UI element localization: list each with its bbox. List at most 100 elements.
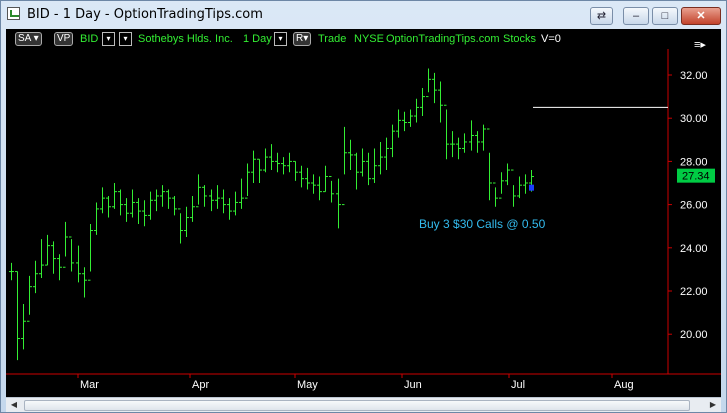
- scroll-right-icon[interactable]: ▶: [706, 399, 720, 411]
- ohlc-bar: [299, 165, 304, 188]
- ohlc-bar: [287, 152, 292, 173]
- ohlc-bar: [269, 144, 274, 171]
- restore-window-button[interactable]: ⇄: [590, 7, 613, 25]
- ohlc-bar: [221, 189, 226, 214]
- ohlc-bar: [215, 185, 220, 209]
- x-tick-label: May: [297, 379, 318, 391]
- ohlc-bar: [166, 189, 171, 209]
- ohlc-bar: [154, 189, 159, 212]
- ohlc-bar: [372, 148, 377, 183]
- ohlc-bar: [178, 208, 183, 244]
- window-title: BID - 1 Day - OptionTradingTips.com: [27, 7, 263, 22]
- scroll-left-icon[interactable]: ◀: [7, 399, 21, 411]
- ohlc-bar: [450, 131, 455, 158]
- ohlc-bar: [136, 198, 141, 225]
- close-button[interactable]: ✕: [681, 7, 721, 25]
- chart-window: BID - 1 Day - OptionTradingTips.com ⇄ ‒ …: [0, 0, 727, 413]
- y-tick-label: 20.00: [680, 329, 708, 341]
- chart-area[interactable]: SA ▾ VP BID ▾ ▾ Sothebys Hlds. Inc. 1 Da…: [6, 29, 721, 397]
- ohlc-bar: [348, 139, 353, 171]
- ohlc-bar: [118, 189, 123, 216]
- ohlc-bar: [160, 185, 165, 207]
- ohlc-bar: [444, 104, 449, 160]
- ohlc-bar: [384, 137, 389, 171]
- ohlc-bar: [15, 271, 20, 361]
- ohlc-bar: [469, 120, 474, 151]
- ohlc-bar: [523, 174, 528, 194]
- horizontal-scrollbar[interactable]: ◀ ▶: [6, 397, 721, 412]
- ohlc-bar: [130, 189, 135, 218]
- y-tick-label: 24.00: [680, 243, 708, 255]
- ohlc-bar: [456, 137, 461, 160]
- last-price-label: 27.34: [682, 171, 710, 183]
- ohlc-bar: [257, 158, 262, 183]
- ohlc-bar: [76, 245, 81, 283]
- ohlc-bar: [293, 160, 298, 181]
- ohlc-bar: [100, 187, 105, 214]
- ohlc-bar: [202, 185, 207, 207]
- ohlc-bar: [124, 198, 129, 222]
- y-tick-label: 22.00: [680, 286, 708, 298]
- x-tick-label: Aug: [614, 379, 634, 391]
- ohlc-bar: [317, 176, 322, 201]
- ohlc-bar: [414, 98, 419, 123]
- ohlc-bar: [354, 152, 359, 190]
- ohlc-bar: [462, 133, 467, 153]
- ohlc-bar: [51, 241, 56, 274]
- ohlc-bar: [209, 189, 214, 212]
- ohlc-bar: [390, 124, 395, 158]
- ohlc-bar: [493, 182, 498, 207]
- ohlc-bar: [184, 206, 189, 237]
- ohlc-bar: [360, 148, 365, 177]
- y-tick-label: 32.00: [680, 70, 708, 82]
- ohlc-bar: [336, 178, 341, 229]
- ohlc-bar: [420, 87, 425, 117]
- ohlc-bar: [342, 126, 347, 206]
- ohlc-bar: [505, 163, 510, 186]
- minimize-icon: ‒: [632, 10, 640, 22]
- y-tick-label: 26.00: [680, 200, 708, 212]
- scroll-thumb[interactable]: [24, 400, 690, 411]
- ohlc-bar: [39, 239, 44, 279]
- ohlc-bar: [432, 72, 437, 104]
- maximize-button[interactable]: □: [652, 7, 678, 25]
- x-tick-label: Jun: [404, 379, 422, 391]
- maximize-icon: □: [661, 10, 669, 22]
- ohlc-bar: [82, 267, 87, 298]
- ohlc-bar: [329, 176, 334, 203]
- ohlc-bar: [281, 157, 286, 175]
- trade-annotation: Buy 3 $30 Calls @ 0.50: [419, 217, 546, 231]
- ohlc-bar: [408, 109, 413, 127]
- ohlc-bar: [94, 202, 99, 235]
- y-tick-label: 28.00: [680, 156, 708, 168]
- ohlc-bar: [239, 178, 244, 209]
- ohlc-bar: [323, 165, 328, 193]
- ohlc-bar: [21, 303, 26, 350]
- restore-icon: ⇄: [596, 10, 607, 22]
- ohlc-bar: [172, 195, 177, 216]
- trade-marker: [529, 184, 534, 191]
- ohlc-bar: [57, 254, 62, 281]
- ohlc-bar: [481, 124, 486, 151]
- ohlc-bar: [426, 68, 431, 98]
- ohlc-bar: [63, 221, 68, 268]
- ohlc-bars: [9, 68, 534, 361]
- ohlc-bar: [148, 191, 153, 220]
- ohlc-bar: [88, 224, 93, 281]
- ohlc-bar: [263, 148, 268, 173]
- ohlc-bar: [499, 172, 504, 199]
- ohlc-bar: [487, 128, 492, 201]
- x-tick-label: Mar: [80, 379, 99, 391]
- ohlc-bar: [69, 236, 74, 272]
- ohlc-bar: [196, 174, 201, 208]
- chart-overlay: 27.34 Buy 3 $30 Calls @ 0.50: [419, 106, 715, 231]
- ohlc-bar: [366, 152, 371, 186]
- ohlc-bar: [475, 131, 480, 153]
- ohlc-bar: [233, 191, 238, 216]
- ohlc-bar: [378, 141, 383, 175]
- axes: 20.00 22.00 24.00 26.00 28.00 30.00 32.00 Mar Ap…: [6, 49, 721, 391]
- minimize-button[interactable]: ‒: [623, 7, 649, 25]
- ohlc-bar: [251, 150, 256, 183]
- title-bar[interactable]: BID - 1 Day - OptionTradingTips.com ⇄ ‒ …: [1, 1, 726, 29]
- ohlc-bar: [9, 262, 14, 281]
